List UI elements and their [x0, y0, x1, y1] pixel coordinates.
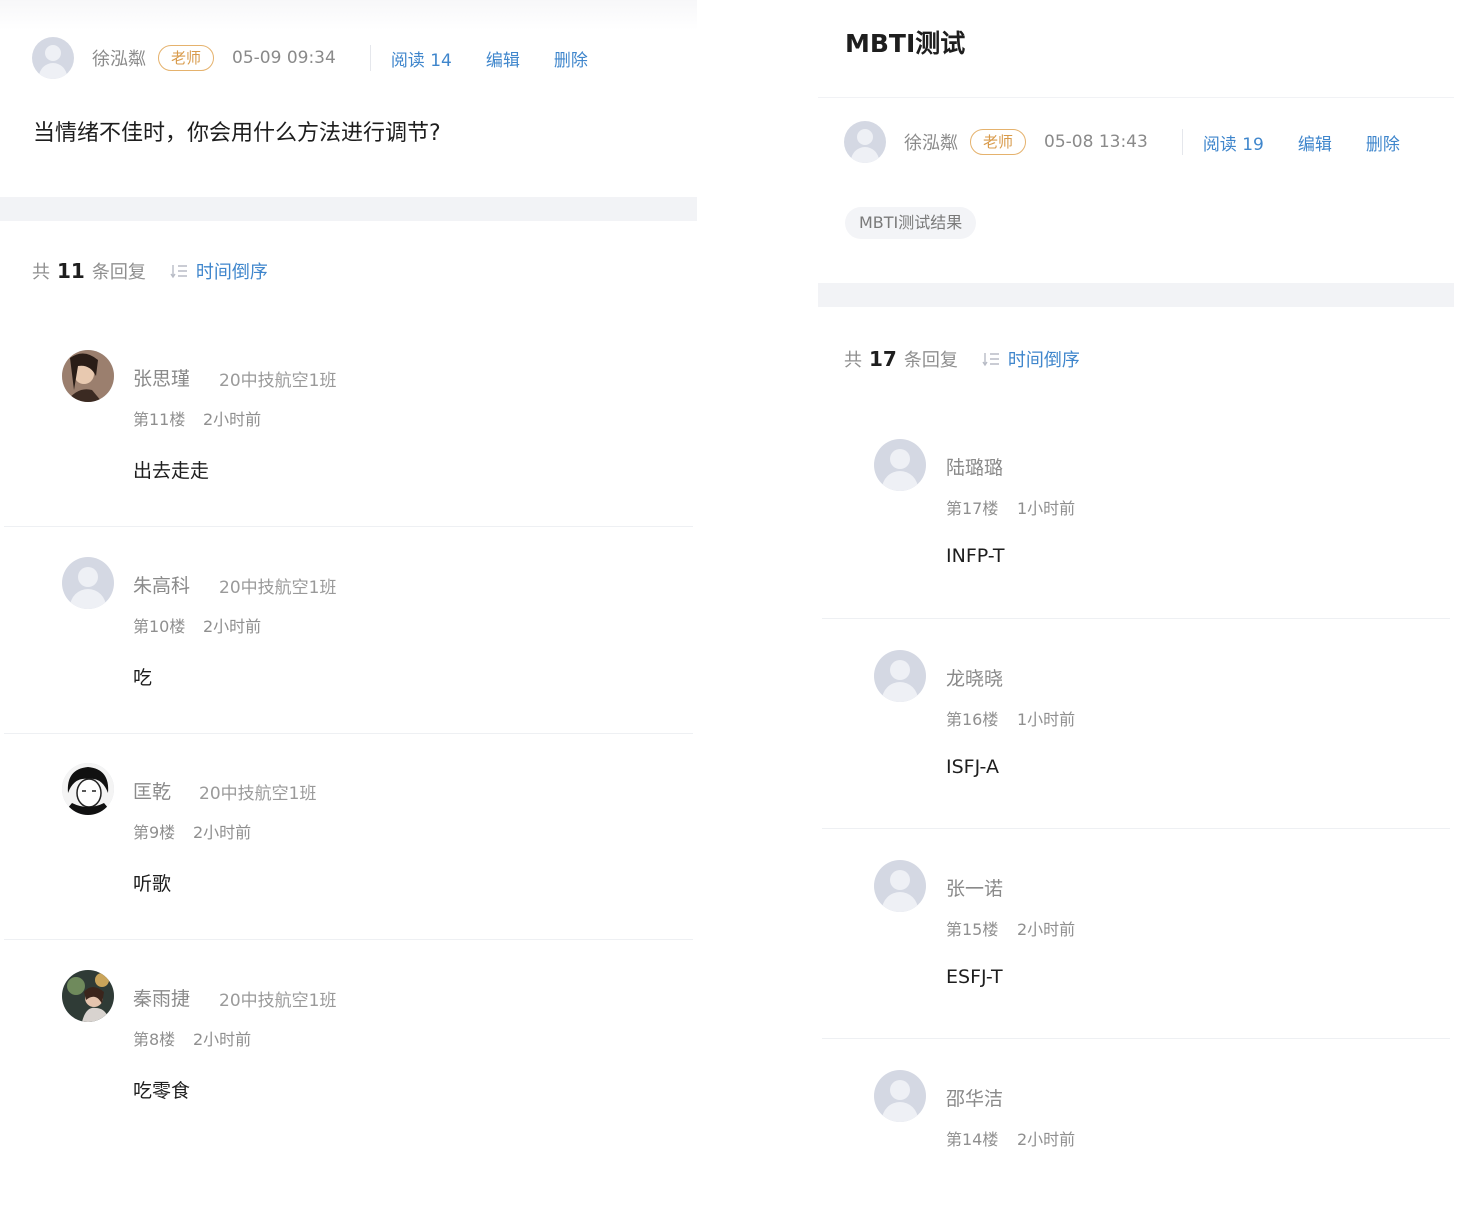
reply-author[interactable]: 张一诺: [946, 874, 1003, 901]
reply-avatar[interactable]: [62, 557, 114, 609]
reply-count: 17: [869, 347, 897, 371]
reply-count: 11: [57, 259, 85, 283]
post-date: 05-08 13:43: [1044, 132, 1148, 152]
reply-count-suffix: 条回复: [903, 350, 958, 371]
reply-divider: [822, 1038, 1450, 1039]
reply-divider: [4, 939, 693, 940]
reply-avatar[interactable]: [62, 350, 114, 402]
delete-button[interactable]: 删除: [554, 46, 588, 71]
reply-content: INFP-T: [946, 545, 1005, 567]
reply-content: 吃: [133, 667, 153, 689]
meta-divider: [1181, 129, 1183, 155]
reply-time: 2小时前: [203, 617, 262, 636]
post-title: MBTI测试: [845, 29, 966, 58]
reply-floor: 第14楼: [946, 1130, 999, 1149]
teacher-badge: 老师: [970, 129, 1027, 155]
reply-floor: 第17楼: [946, 499, 999, 518]
reply-time: 2小时前: [1017, 920, 1076, 939]
reply-floor: 第11楼: [133, 410, 186, 429]
post-meta: 徐泓粼 老师 05-08 13:43 阅读 19 编辑 删除: [844, 121, 1400, 163]
reply-divider: [822, 828, 1450, 829]
section-gap: [0, 197, 697, 221]
reply-avatar[interactable]: [874, 860, 926, 912]
author-avatar[interactable]: [32, 37, 74, 79]
left-post-panel: 徐泓粼 老师 05-09 09:34 阅读 14 编辑 删除 当情绪不佳时，你会…: [0, 0, 697, 1219]
reply-floor: 第9楼: [133, 823, 176, 842]
reply-count-prefix: 共: [32, 262, 50, 283]
reply-divider: [822, 618, 1450, 619]
delete-button[interactable]: 删除: [1366, 130, 1400, 155]
reply-author[interactable]: 秦雨捷: [133, 984, 190, 1011]
reply-count-bar: 共 11 条回复 时间倒序: [32, 258, 268, 284]
post-date: 05-09 09:34: [232, 48, 336, 68]
sort-toggle[interactable]: 时间倒序: [1008, 346, 1080, 372]
author-avatar[interactable]: [844, 121, 886, 163]
author-name[interactable]: 徐泓粼: [92, 45, 146, 71]
reply-avatar[interactable]: [874, 650, 926, 702]
top-shade: [0, 0, 697, 30]
reply-time: 1小时前: [1017, 710, 1076, 729]
reply-class: 20中技航空1班: [219, 578, 337, 598]
edit-button[interactable]: 编辑: [486, 46, 520, 71]
reply-floor: 第16楼: [946, 710, 999, 729]
reply-avatar[interactable]: [62, 763, 114, 815]
author-name[interactable]: 徐泓粼: [904, 129, 958, 155]
reply-count-bar: 共 17 条回复 时间倒序: [844, 346, 1080, 372]
reply-content: 吃零食: [133, 1080, 191, 1102]
reply-count-suffix: 条回复: [91, 262, 146, 283]
reply-time: 2小时前: [1017, 1130, 1076, 1149]
reply-divider: [4, 526, 693, 527]
reply-author[interactable]: 龙晓晓: [946, 664, 1003, 691]
reply-count-prefix: 共: [844, 350, 862, 371]
meta-divider: [369, 45, 371, 71]
reply-avatar[interactable]: [874, 1070, 926, 1122]
reply-divider: [4, 733, 693, 734]
reply-author[interactable]: 匡乾: [133, 777, 171, 804]
reply-floor: 第8楼: [133, 1030, 176, 1049]
reply-content: 出去走走: [133, 460, 210, 482]
reply-time: 2小时前: [193, 823, 252, 842]
reply-class: 20中技航空1班: [219, 371, 337, 391]
post-meta: 徐泓粼 老师 05-09 09:34 阅读 14 编辑 删除: [32, 37, 588, 79]
read-count-link[interactable]: 阅读 14: [391, 46, 452, 71]
read-count-link[interactable]: 阅读 19: [1203, 130, 1264, 155]
reply-avatar[interactable]: [874, 439, 926, 491]
reply-content: 听歌: [133, 873, 172, 895]
reply-class: 20中技航空1班: [199, 784, 317, 804]
teacher-badge: 老师: [158, 45, 215, 71]
sort-icon[interactable]: [170, 263, 188, 279]
reply-time: 2小时前: [203, 410, 262, 429]
reply-content: ESFJ-T: [946, 966, 1003, 988]
photo-avatar-icon: [62, 763, 114, 815]
photo-avatar-icon: [62, 350, 114, 402]
post-title: 当情绪不佳时，你会用什么方法进行调节?: [33, 121, 441, 146]
edit-button[interactable]: 编辑: [1298, 130, 1332, 155]
reply-time: 2小时前: [193, 1030, 252, 1049]
post-tag[interactable]: MBTI测试结果: [845, 207, 977, 239]
title-divider: [818, 97, 1454, 98]
right-post-panel: MBTI测试 徐泓粼 老师 05-08 13:43 阅读 19 编辑 删除 MB…: [818, 0, 1454, 1219]
reply-author[interactable]: 张思瑾: [133, 364, 190, 391]
reply-floor: 第10楼: [133, 617, 186, 636]
reply-time: 1小时前: [1017, 499, 1076, 518]
reply-author[interactable]: 陆璐璐: [946, 453, 1003, 480]
section-gap: [818, 283, 1454, 307]
reply-avatar[interactable]: [62, 970, 114, 1022]
reply-class: 20中技航空1班: [219, 991, 337, 1011]
sort-icon[interactable]: [982, 351, 1000, 367]
reply-author[interactable]: 邵华洁: [946, 1084, 1003, 1111]
photo-avatar-icon: [62, 970, 114, 1022]
reply-author[interactable]: 朱高科: [133, 571, 190, 598]
sort-toggle[interactable]: 时间倒序: [196, 258, 268, 284]
reply-floor: 第15楼: [946, 920, 999, 939]
reply-content: ISFJ-A: [946, 756, 999, 778]
